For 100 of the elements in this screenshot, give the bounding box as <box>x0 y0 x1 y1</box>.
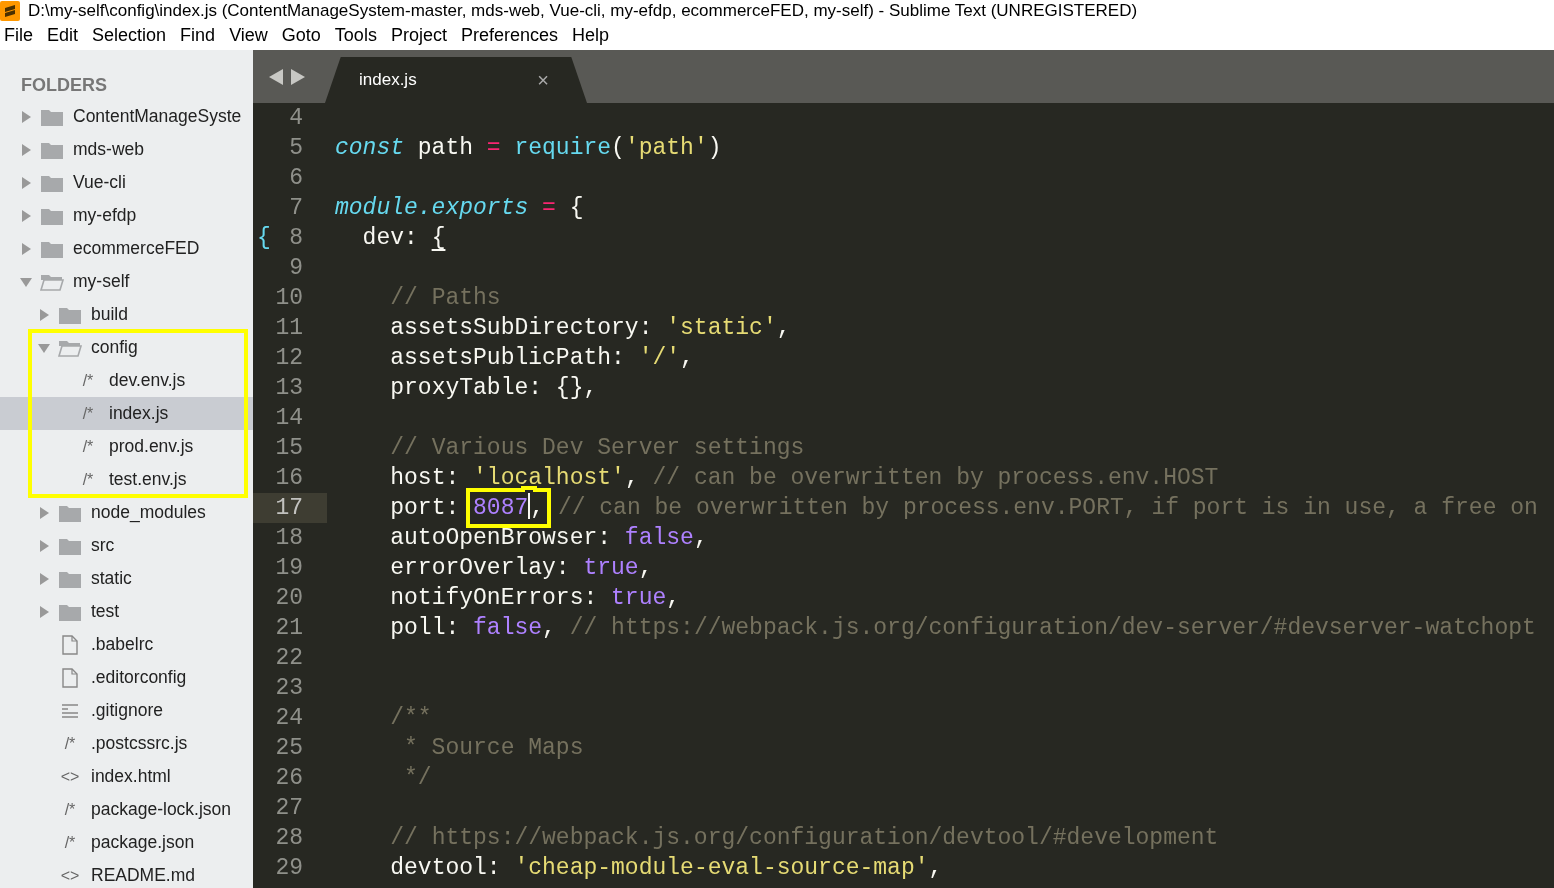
line-number: 8 <box>289 224 303 253</box>
line-number: 9 <box>289 254 303 283</box>
menu-item[interactable]: Help <box>565 22 616 50</box>
sidebar-item[interactable]: mds-web <box>0 133 253 166</box>
line-number: 23 <box>275 674 303 703</box>
caret-icon <box>20 275 32 288</box>
sidebar-item[interactable]: /* .postcssrc.js <box>0 727 253 760</box>
menu-item[interactable]: Preferences <box>453 22 565 50</box>
code-text: port: <box>390 495 461 521</box>
sidebar-item[interactable]: my-self <box>0 265 253 298</box>
code-text: errorOverlay: <box>390 555 571 581</box>
file-type-icon: /* <box>76 368 100 393</box>
sidebar-item[interactable]: .babelrc <box>0 628 253 661</box>
line-number: 19 <box>275 554 303 583</box>
code-text: */ <box>404 765 432 791</box>
menu-item[interactable]: File <box>0 22 40 50</box>
code-text: true <box>611 585 667 611</box>
line-number: 15 <box>275 434 303 463</box>
code-text: = <box>486 135 502 161</box>
sidebar-item[interactable]: .editorconfig <box>0 661 253 694</box>
sidebar-item[interactable]: node_modules <box>0 496 253 529</box>
line-number: 14 <box>275 404 303 433</box>
sidebar-item[interactable]: ecommerceFED <box>0 232 253 265</box>
line-number: 6 <box>289 164 303 193</box>
caret-icon <box>38 506 50 519</box>
line-number: 27 <box>275 794 303 823</box>
code-text: // can be overwritten by process.env.HOST <box>652 465 1219 491</box>
file-type-icon: /* <box>58 830 82 855</box>
code-text: autoOpenBrowser: <box>390 525 613 551</box>
sidebar-item[interactable]: /* package.json <box>0 826 253 859</box>
line-number: 21 <box>275 614 303 643</box>
code-text: 8087 <box>473 495 529 521</box>
menu-item[interactable]: View <box>222 22 275 50</box>
code-text: // Paths <box>390 285 501 311</box>
code-text: , <box>542 615 557 641</box>
app-logo-icon <box>0 1 20 21</box>
caret-icon <box>20 110 32 123</box>
line-number: 5 <box>289 134 303 163</box>
code-text: , <box>530 495 545 521</box>
menu-item[interactable]: Goto <box>274 22 328 50</box>
file-type-icon: /* <box>58 797 82 822</box>
menu-item[interactable]: Find <box>173 22 223 50</box>
code-text: dev: <box>362 225 419 251</box>
code-text: const <box>335 135 404 161</box>
code-text: 'path' <box>624 135 708 161</box>
code-text: // https://webpack.js.org/configuration/dev-server/#devserver-watchopt <box>569 615 1536 641</box>
line-number: 10 <box>275 284 303 313</box>
code-text: assetsPublicPath: <box>390 345 626 371</box>
caret-icon <box>38 539 50 552</box>
code-text: true <box>583 555 639 581</box>
sidebar-item[interactable]: src <box>0 529 253 562</box>
caret-icon <box>20 242 32 255</box>
line-number: 17 <box>275 494 303 523</box>
back-arrow-icon <box>269 68 283 85</box>
sidebar-item[interactable]: test <box>0 595 253 628</box>
close-button[interactable]: × <box>537 70 549 90</box>
sidebar-item[interactable]: /* test.env.js <box>0 463 253 496</box>
menu-item[interactable]: Project <box>383 22 454 50</box>
line-number: 26 <box>275 764 303 793</box>
code-text: proxyTable: {}, <box>390 375 598 401</box>
sidebar-item[interactable]: my-efdp <box>0 199 253 232</box>
code-text: poll: <box>390 615 461 641</box>
caret-icon <box>38 605 50 618</box>
sidebar-item[interactable]: Vue-cli <box>0 166 253 199</box>
menu-item[interactable]: Edit <box>40 22 86 50</box>
sidebar-item[interactable]: /* dev.env.js <box>0 364 253 397</box>
line-number: 22 <box>275 644 303 673</box>
sidebar-item[interactable]: ContentManageSyste <box>0 100 253 133</box>
code-text: // can be overwritten by process.env.PORT, if port is in use, a free on <box>556 495 1538 521</box>
code-text: module.exports <box>335 195 529 221</box>
caret-icon <box>20 176 32 189</box>
line-number: 24 <box>275 704 303 733</box>
line-number: 11 <box>275 314 303 343</box>
code-text: , <box>776 315 791 341</box>
file-type-icon: <> <box>58 863 82 888</box>
sidebar-item[interactable]: build <box>0 298 253 331</box>
menu-item[interactable]: Tools <box>327 22 384 50</box>
window-title: D:\my-self\config\index.js (ContentManageSystem-master, mds-web, Vue-cli, my-efdp, ecommerceFED, my-self) - Sublime Text (UNREGISTERED) <box>28 1 1138 21</box>
code-text: , <box>680 345 694 371</box>
line-number: 7 <box>289 194 303 223</box>
code-text: notifyOnErrors: <box>390 585 599 611</box>
sidebar-item[interactable]: /* index.js <box>0 397 253 430</box>
code-text: { <box>568 195 584 221</box>
tab[interactable]: index.js × <box>325 57 587 103</box>
line-number: 20 <box>275 584 303 613</box>
sidebar-item[interactable]: <> index.html <box>0 760 253 793</box>
sidebar-item[interactable]: static <box>0 562 253 595</box>
sidebar-item[interactable]: /* package-lock.json <box>0 793 253 826</box>
code-text: '/' <box>638 345 681 371</box>
bracket-marker: { <box>257 224 271 253</box>
forward-arrow-icon <box>291 68 305 85</box>
sidebar-item[interactable]: config <box>0 331 253 364</box>
line-number: 25 <box>275 734 303 763</box>
code-text: devtool: <box>390 855 502 881</box>
file-type-icon: /* <box>76 434 100 459</box>
sidebar-item[interactable]: <> README.md <box>0 859 253 888</box>
sidebar-item[interactable]: .gitignore <box>0 694 253 727</box>
sidebar-item[interactable]: /* prod.env.js <box>0 430 253 463</box>
menu-item[interactable]: Selection <box>85 22 174 50</box>
code-text: assetsSubDirectory: <box>390 315 654 341</box>
